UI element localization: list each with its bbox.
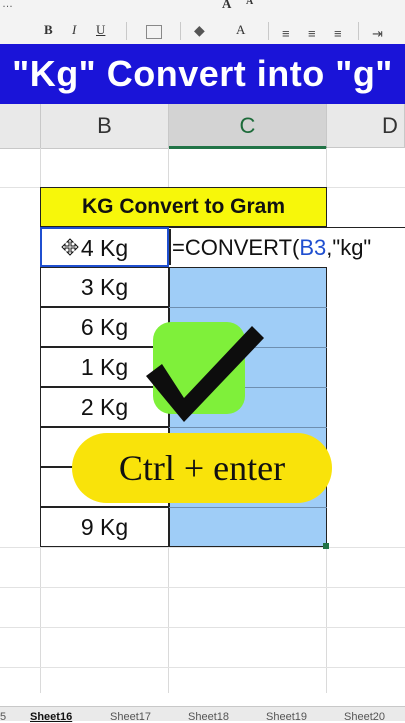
ribbon-divider	[180, 22, 181, 40]
ribbon-divider	[268, 22, 269, 40]
bold-button[interactable]: B	[44, 22, 53, 38]
grow-font-button[interactable]: A	[222, 0, 231, 12]
sheet-tab[interactable]: Sheet19	[266, 711, 307, 723]
ribbon-divider	[126, 22, 127, 40]
underline-button[interactable]: U	[96, 22, 105, 38]
ribbon-label-fragment: …	[2, 0, 13, 10]
shrink-font-button[interactable]: A	[246, 0, 253, 7]
cell-b10[interactable]: 9 Kg	[40, 507, 169, 547]
grid-line	[0, 627, 405, 628]
formula-prefix: =CONVERT(	[172, 235, 300, 260]
column-header-d-label: D	[382, 113, 398, 138]
move-cursor-icon	[61, 238, 79, 256]
grid-line	[0, 547, 405, 548]
cell-divider	[169, 507, 327, 508]
sheet-tab[interactable]: 5	[0, 711, 6, 723]
cell-c3-formula[interactable]: =CONVERT(B3,"kg"	[169, 227, 405, 267]
cell-b3[interactable]: 4 Kg	[40, 227, 169, 267]
grid-line	[0, 587, 405, 588]
borders-icon[interactable]	[146, 25, 162, 39]
sheet-tab[interactable]: Sheet17	[110, 711, 151, 723]
sheet-tab[interactable]: Sheet18	[188, 711, 229, 723]
fill-color-icon[interactable]: ◆	[194, 22, 205, 39]
check-mark-icon	[146, 326, 264, 422]
column-header-c[interactable]: C	[169, 104, 327, 149]
table-header[interactable]: KG Convert to Gram	[40, 187, 327, 227]
cell-b4[interactable]: 3 Kg	[40, 267, 169, 307]
grid-line	[0, 667, 405, 668]
indent-icon[interactable]: ⇥	[372, 26, 383, 42]
text-cursor	[169, 229, 171, 265]
ribbon-divider	[358, 22, 359, 40]
fill-handle[interactable]	[323, 543, 329, 549]
font-color-button[interactable]: A	[236, 22, 245, 38]
sheet-tab[interactable]: Sheet20	[344, 711, 385, 723]
sheet-tab-active[interactable]: Sheet16	[30, 711, 72, 723]
align-left-icon[interactable]: ≡	[282, 26, 290, 41]
column-header-d[interactable]: D	[327, 104, 405, 148]
banner-title: "Kg" Convert into "g"	[12, 53, 393, 94]
formula-reference: B3	[299, 235, 327, 260]
title-banner: "Kg" Convert into "g"	[0, 44, 405, 104]
sheet-tab-bar: 5 Sheet16 Sheet17 Sheet18 Sheet19 Sheet2…	[0, 706, 405, 723]
shortcut-label: Ctrl + enter	[72, 433, 332, 503]
column-header-a[interactable]	[0, 104, 41, 149]
cell-divider	[169, 307, 327, 308]
formula-suffix: ,"kg"	[326, 235, 372, 260]
align-center-icon[interactable]: ≡	[308, 26, 316, 41]
column-header-b[interactable]: B	[41, 104, 169, 149]
ribbon-toolbar: … B I U ◆ A A A ≡ ≡ ≡ ⇥	[0, 0, 405, 45]
italic-button[interactable]: I	[72, 22, 76, 38]
align-right-icon[interactable]: ≡	[334, 26, 342, 41]
